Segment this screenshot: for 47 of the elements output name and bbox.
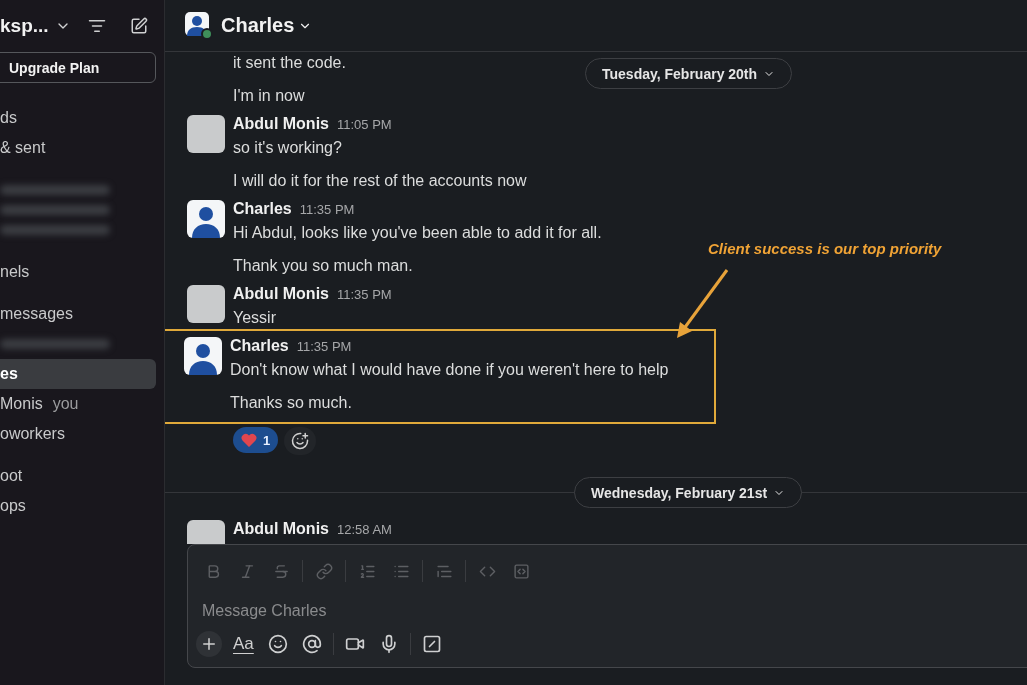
author-name[interactable]: Abdul Monis (233, 285, 329, 303)
sidebar-item[interactable]: oworkers (0, 419, 156, 449)
timestamp[interactable]: 11:35 PM (299, 202, 355, 217)
message-text: so it's working? (233, 138, 343, 158)
sidebar-item[interactable]: messages (0, 299, 156, 329)
date-pill[interactable]: Tuesday, February 20th (585, 58, 793, 89)
message-text: it sent the code. (233, 53, 346, 73)
sidebar-item[interactable]: ds (0, 103, 156, 133)
workspace-name[interactable]: ksp... (0, 15, 49, 37)
sidebar-item[interactable]: oot (0, 461, 156, 491)
timestamp[interactable]: 11:35 PM (337, 287, 392, 302)
message-text: Yessir (233, 308, 277, 328)
date-pill[interactable]: Wednesday, February 21st (574, 477, 803, 508)
add-reaction-icon[interactable] (284, 427, 317, 455)
timestamp[interactable]: 12:58 AM (337, 522, 392, 537)
plus-icon[interactable] (196, 631, 222, 657)
you-label: you (52, 395, 79, 413)
author-name[interactable]: Charles (233, 200, 292, 218)
filter-icon[interactable] (88, 17, 106, 35)
formatting-button[interactable]: Aa (230, 634, 257, 654)
message-text: Don't know what I would have done if you weren't here to help (230, 360, 669, 380)
author-name[interactable]: Abdul Monis (233, 520, 329, 538)
message-text: I will do it for the rest of the accounts now (233, 171, 527, 191)
photo-placeholder (187, 285, 225, 323)
annotation-text: Client success is our top priority (708, 240, 942, 257)
sidebar-item[interactable]: nels (0, 257, 156, 287)
author-name[interactable]: Abdul Monis (233, 115, 329, 133)
sidebar-item[interactable]: & sent (0, 133, 156, 163)
avatar-icon (184, 337, 222, 375)
message-text: Thanks so much. (230, 393, 353, 413)
message-input[interactable]: Message Charles (200, 597, 1027, 625)
message-text: Thank you so much man. (233, 256, 414, 276)
message-text: I'm in now (233, 86, 305, 106)
upgrade-plan-button[interactable]: Upgrade Plan (0, 52, 156, 83)
author-name[interactable]: Charles (230, 337, 289, 355)
photo-placeholder (187, 115, 225, 153)
timestamp[interactable]: 11:05 PM (337, 117, 392, 132)
channel-title[interactable]: Charles (221, 14, 313, 37)
avatar-icon (187, 200, 225, 238)
message-text: Hi Abdul, looks like you've been able to add it for all. (233, 223, 602, 243)
sidebar-item[interactable]: ops (0, 491, 156, 521)
sidebar-item[interactable]: es (0, 359, 156, 389)
timestamp[interactable]: 11:35 PM (296, 339, 352, 354)
sidebar-item[interactable]: Monis you (0, 389, 156, 419)
heart-icon (241, 433, 257, 447)
heart-reaction[interactable]: 1 (233, 427, 279, 453)
compose-icon[interactable] (130, 17, 148, 35)
